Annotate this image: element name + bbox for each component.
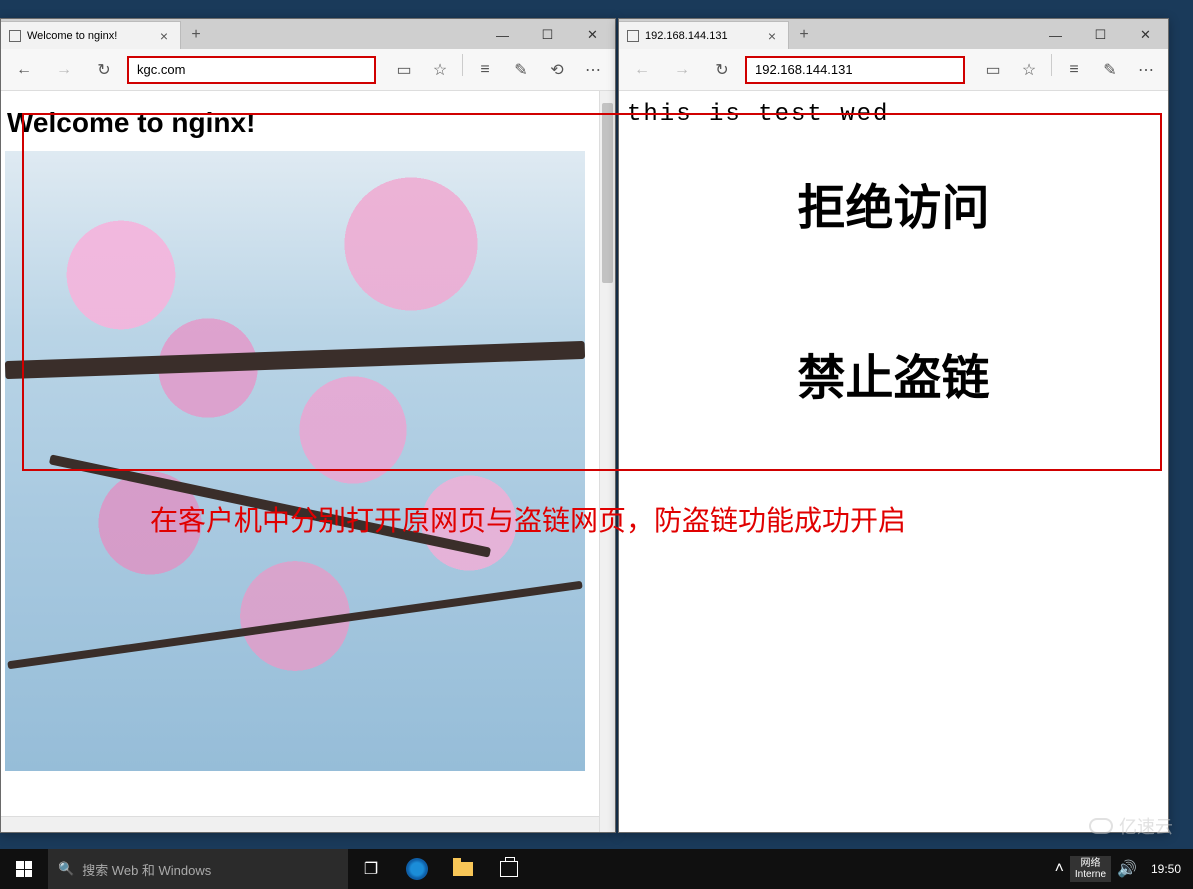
scroll-thumb[interactable] bbox=[602, 103, 613, 283]
separator bbox=[462, 54, 463, 76]
back-button[interactable]: ← bbox=[7, 53, 41, 87]
tab-active[interactable]: Welcome to nginx! × bbox=[1, 21, 181, 49]
browser-window-right: 192.168.144.131 × + — ☐ ✕ ← → ↻ 192.168.… bbox=[618, 18, 1169, 833]
forbid-hotlink-text: 禁止盗链 bbox=[627, 338, 1160, 408]
tab-title: 192.168.144.131 bbox=[645, 30, 728, 42]
cherry-blossom-image bbox=[5, 151, 585, 771]
store-icon[interactable] bbox=[486, 849, 532, 889]
address-bar[interactable]: 192.168.144.131 bbox=[745, 56, 965, 84]
webnote-icon[interactable]: ✎ bbox=[505, 54, 537, 86]
favorite-icon[interactable]: ☆ bbox=[1013, 54, 1045, 86]
taskbar: 🔍 搜索 Web 和 Windows ❐ ˄ 网络 Interne 🔊 19:5… bbox=[0, 849, 1193, 889]
network-label-1: 网络 bbox=[1075, 858, 1106, 869]
forward-button[interactable]: → bbox=[665, 53, 699, 87]
favorite-icon[interactable]: ☆ bbox=[424, 54, 456, 86]
minimize-button[interactable]: — bbox=[1033, 21, 1078, 49]
url-text: kgc.com bbox=[137, 62, 185, 77]
search-placeholder: 搜索 Web 和 Windows bbox=[82, 860, 211, 879]
maximize-button[interactable]: ☐ bbox=[525, 21, 570, 49]
taskview-icon[interactable]: ❐ bbox=[348, 849, 394, 889]
close-tab-icon[interactable]: × bbox=[764, 28, 780, 44]
page-icon bbox=[9, 30, 21, 42]
new-tab-button[interactable]: + bbox=[181, 21, 211, 49]
search-icon: 🔍 bbox=[58, 861, 74, 877]
refresh-button[interactable]: ↻ bbox=[705, 53, 739, 87]
tab-active[interactable]: 192.168.144.131 × bbox=[619, 21, 789, 49]
text-line: this is test wed bbox=[627, 101, 1160, 128]
window-controls: — ☐ ✕ bbox=[480, 21, 615, 49]
deny-access-text: 拒绝访问 bbox=[627, 168, 1160, 238]
start-button[interactable] bbox=[0, 849, 48, 889]
page-icon bbox=[627, 30, 639, 42]
horizontal-scrollbar[interactable] bbox=[1, 816, 599, 832]
watermark: 亿速云 bbox=[1089, 813, 1173, 839]
hub-icon[interactable]: ≡ bbox=[469, 54, 501, 86]
volume-icon[interactable]: 🔊 bbox=[1117, 859, 1137, 879]
edge-icon[interactable] bbox=[394, 849, 440, 889]
watermark-text: 亿速云 bbox=[1119, 813, 1173, 839]
vertical-scrollbar[interactable] bbox=[599, 91, 615, 832]
network-label-2: Interne bbox=[1075, 869, 1106, 880]
forward-button[interactable]: → bbox=[47, 53, 81, 87]
more-icon[interactable]: ⋯ bbox=[1130, 54, 1162, 86]
maximize-button[interactable]: ☐ bbox=[1078, 21, 1123, 49]
webnote-icon[interactable]: ✎ bbox=[1094, 54, 1126, 86]
window-controls: — ☐ ✕ bbox=[1033, 21, 1168, 49]
network-status[interactable]: 网络 Interne bbox=[1070, 856, 1111, 882]
tab-title: Welcome to nginx! bbox=[27, 30, 117, 42]
file-explorer-icon[interactable] bbox=[440, 849, 486, 889]
tab-bar: Welcome to nginx! × + — ☐ ✕ bbox=[1, 19, 615, 49]
tab-bar: 192.168.144.131 × + — ☐ ✕ bbox=[619, 19, 1168, 49]
refresh-button[interactable]: ↻ bbox=[87, 53, 121, 87]
browser-window-left: Welcome to nginx! × + — ☐ ✕ ← → ↻ kgc.co… bbox=[0, 18, 616, 833]
url-text: 192.168.144.131 bbox=[755, 62, 853, 77]
more-icon[interactable]: ⋯ bbox=[577, 54, 609, 86]
close-window-button[interactable]: ✕ bbox=[570, 21, 615, 49]
page-content-right: this is test wed 拒绝访问 禁止盗链 bbox=[619, 91, 1168, 832]
clock[interactable]: 19:50 bbox=[1143, 862, 1189, 876]
toolbar: ← → ↻ 192.168.144.131 ▭ ☆ ≡ ✎ ⋯ bbox=[619, 49, 1168, 91]
toolbar: ← → ↻ kgc.com ▭ ☆ ≡ ✎ ⟲ ⋯ bbox=[1, 49, 615, 91]
minimize-button[interactable]: — bbox=[480, 21, 525, 49]
separator bbox=[1051, 54, 1052, 76]
close-window-button[interactable]: ✕ bbox=[1123, 21, 1168, 49]
back-button[interactable]: ← bbox=[625, 53, 659, 87]
watermark-icon bbox=[1089, 818, 1113, 834]
page-heading: Welcome to nginx! bbox=[7, 107, 615, 139]
address-bar[interactable]: kgc.com bbox=[127, 56, 376, 84]
windows-logo-icon bbox=[16, 861, 32, 877]
close-tab-icon[interactable]: × bbox=[156, 28, 172, 44]
system-tray: ˄ 网络 Interne 🔊 19:50 bbox=[1055, 856, 1193, 882]
taskbar-search[interactable]: 🔍 搜索 Web 和 Windows bbox=[48, 849, 348, 889]
reading-view-icon[interactable]: ▭ bbox=[977, 54, 1009, 86]
tray-chevron-icon[interactable]: ˄ bbox=[1055, 860, 1064, 878]
share-icon[interactable]: ⟲ bbox=[541, 54, 573, 86]
hub-icon[interactable]: ≡ bbox=[1058, 54, 1090, 86]
reading-view-icon[interactable]: ▭ bbox=[388, 54, 420, 86]
page-content-left: Welcome to nginx! bbox=[1, 91, 615, 832]
new-tab-button[interactable]: + bbox=[789, 21, 819, 49]
